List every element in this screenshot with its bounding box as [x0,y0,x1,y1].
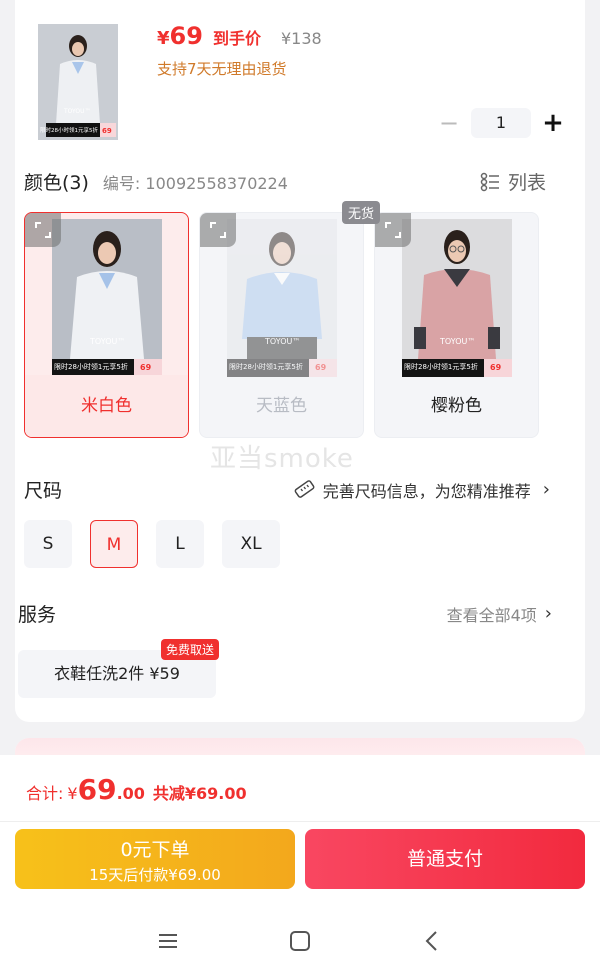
swatch-photo: TOYOU™ 限时28小时领1元享5折 69 [52,219,162,377]
sku-code: 编号: 10092558370224 [102,173,288,193]
swatch-label: 天蓝色 [256,396,307,416]
size-option-m[interactable]: M [90,520,138,568]
current-price: ¥69 [157,22,203,50]
menu-icon[interactable] [152,929,184,961]
total-saving: 共减¥69.00 [152,784,247,803]
service-title: 服务 [18,604,57,626]
swatch-price: 69 [140,363,152,372]
normal-pay-button[interactable]: 普通支付 [305,829,585,889]
total-label: 合计: [26,784,64,803]
increment-button[interactable]: + [541,108,565,138]
price-tag: 到手价 [212,29,261,48]
see-all-text: 查看全部4项 [446,605,537,625]
chevron-right-icon: › [544,603,552,624]
swatch-price: 69 [315,363,327,372]
sold-out-badge: 无货 [342,201,381,224]
swatch-brand: TOYOU™ [440,337,476,346]
swatch-brand: TOYOU™ [90,337,126,346]
size-title: 尺码 [24,480,63,502]
swatch-promo: 限时28小时领1元享5折 [404,363,478,371]
checkout-bar: 合计: ¥ 69 .00 共减¥69.00 0元下单 15天后付款¥69.00 … [0,755,600,978]
size-header: 尺码 完善尺码信息，为您精准推荐 › [24,476,550,503]
total-integer: 69 [77,773,117,806]
chevron-right-icon: › [542,479,550,500]
zero-down-subtitle: 15天后付款¥69.00 [89,866,221,884]
swatch-price: 69 [490,363,502,372]
color-options: TOYOU™ 限时28小时领1元享5折 69 米白色 TOYOU™ 限时28小时… [24,212,539,438]
size-options: S M L XL [24,520,280,568]
decrement-button[interactable]: − [437,108,461,138]
list-view-toggle[interactable]: 列表 [480,168,546,195]
thumb-promo: 限时28小时领1元享5折 [40,128,98,134]
product-thumbnail[interactable]: TOYOU™ 限时28小时领1元享5折 69 [38,24,118,140]
total-decimal: .00 [116,784,145,803]
swatch-brand: TOYOU™ [265,337,301,346]
size-option-s[interactable]: S [24,520,72,568]
color-option-white[interactable]: TOYOU™ 限时28小时领1元享5折 69 米白色 [24,212,189,438]
service-header: 服务 查看全部4项 › [18,600,552,627]
expand-icon[interactable] [375,213,411,247]
swatch-photo: TOYOU™ 限时28小时领1元享5折 69 [227,219,337,377]
divider [0,821,600,822]
order-total: 合计: ¥ 69 .00 共减¥69.00 [26,773,247,806]
swatch-promo: 限时28小时领1元享5折 [229,363,303,371]
watermark: 亚当smoke [210,444,354,474]
swatch-label: 米白色 [25,375,188,437]
system-nav-bar [0,915,600,975]
color-option-sky-blue[interactable]: TOYOU™ 限时28小时领1元享5折 69 天蓝色 [199,212,364,438]
back-icon[interactable] [416,929,448,961]
quantity-stepper: − 1 + [437,108,565,138]
swatch-photo: TOYOU™ 限时28小时领1元享5折 69 [402,219,512,377]
thumb-brand: TOYOU™ [64,108,91,115]
expand-icon[interactable] [25,213,61,247]
color-header: 颜色(3) 编号: 10092558370224 列表 [24,168,546,195]
return-policy: 支持7天无理由退货 [157,60,287,78]
see-all-services-link[interactable]: 查看全部4项 › [447,602,552,626]
size-recommend-text: 完善尺码信息，为您精准推荐 [322,481,531,501]
expand-icon[interactable] [200,213,236,247]
price-row: ¥69 到手价 ¥138 [157,22,322,50]
swatch-promo: 限时28小时领1元享5折 [54,363,128,371]
home-icon[interactable] [284,929,316,961]
list-icon [480,172,499,191]
color-option-cherry-pink[interactable]: TOYOU™ 限时28小时领1元享5折 69 樱粉色 [374,212,539,438]
total-currency: ¥ [67,784,78,803]
list-label: 列表 [507,172,546,194]
size-option-l[interactable]: L [156,520,204,568]
swatch-label: 樱粉色 [431,396,482,416]
thumb-price: 69 [102,127,112,135]
zero-down-label: 0元下单 [120,839,190,861]
free-pickup-badge: 免费取送 [161,639,220,660]
color-title: 颜色(3) [24,172,89,194]
size-option-xl[interactable]: XL [222,520,280,568]
quantity-value[interactable]: 1 [471,108,531,138]
zero-down-button[interactable]: 0元下单 15天后付款¥69.00 [15,829,295,889]
size-recommend-link[interactable]: 完善尺码信息，为您精准推荐 › [293,478,550,502]
ruler-icon [294,479,315,498]
original-price: ¥138 [280,29,322,48]
